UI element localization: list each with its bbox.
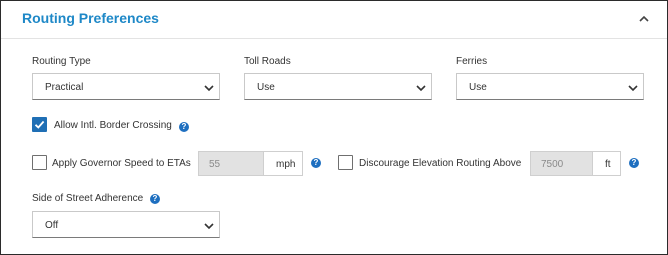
routing-type-value: Practical <box>45 82 84 93</box>
elevation-input[interactable]: 7500 <box>530 151 593 176</box>
chevron-down-icon <box>627 81 639 93</box>
toll-roads-select[interactable]: Use <box>244 73 432 100</box>
governor-speed-label: Apply Governor Speed to ETAs <box>52 158 191 169</box>
border-crossing-label: Allow Intl. Border Crossing <box>54 120 172 131</box>
ferries-value: Use <box>469 82 487 93</box>
toll-roads-label: Toll Roads <box>244 56 291 67</box>
help-icon[interactable]: ? <box>150 194 160 204</box>
chevron-down-icon <box>415 81 427 93</box>
governor-speed-checkbox[interactable] <box>32 155 47 170</box>
border-crossing-checkbox[interactable] <box>32 117 47 132</box>
ferries-label: Ferries <box>456 56 488 67</box>
side-of-street-value: Off <box>45 220 59 231</box>
side-of-street-label: Side of Street Adherence <box>32 193 144 204</box>
panel-header[interactable]: Routing Preferences <box>1 1 667 38</box>
chevron-down-icon <box>203 81 215 93</box>
help-icon[interactable]: ? <box>629 158 639 168</box>
chevron-down-icon <box>203 219 215 231</box>
help-icon[interactable]: ? <box>311 158 321 168</box>
routing-type-select[interactable]: Practical <box>32 73 220 100</box>
help-icon[interactable]: ? <box>179 122 189 132</box>
elevation-checkbox[interactable] <box>338 155 353 170</box>
ferries-select[interactable]: Use <box>456 73 644 100</box>
elevation-unit: ft <box>592 151 621 176</box>
routing-preferences-panel: Routing Preferences Routing Type Practic… <box>0 0 668 255</box>
governor-speed-input[interactable]: 55 <box>198 151 264 176</box>
elevation-label: Discourage Elevation Routing Above <box>359 158 522 169</box>
routing-type-label: Routing Type <box>32 56 91 67</box>
panel-title: Routing Preferences <box>22 10 159 26</box>
side-of-street-select[interactable]: Off <box>32 211 220 238</box>
header-divider <box>1 38 667 39</box>
chevron-up-icon[interactable] <box>637 12 651 26</box>
toll-roads-value: Use <box>257 82 275 93</box>
governor-speed-unit: mph <box>263 151 303 176</box>
